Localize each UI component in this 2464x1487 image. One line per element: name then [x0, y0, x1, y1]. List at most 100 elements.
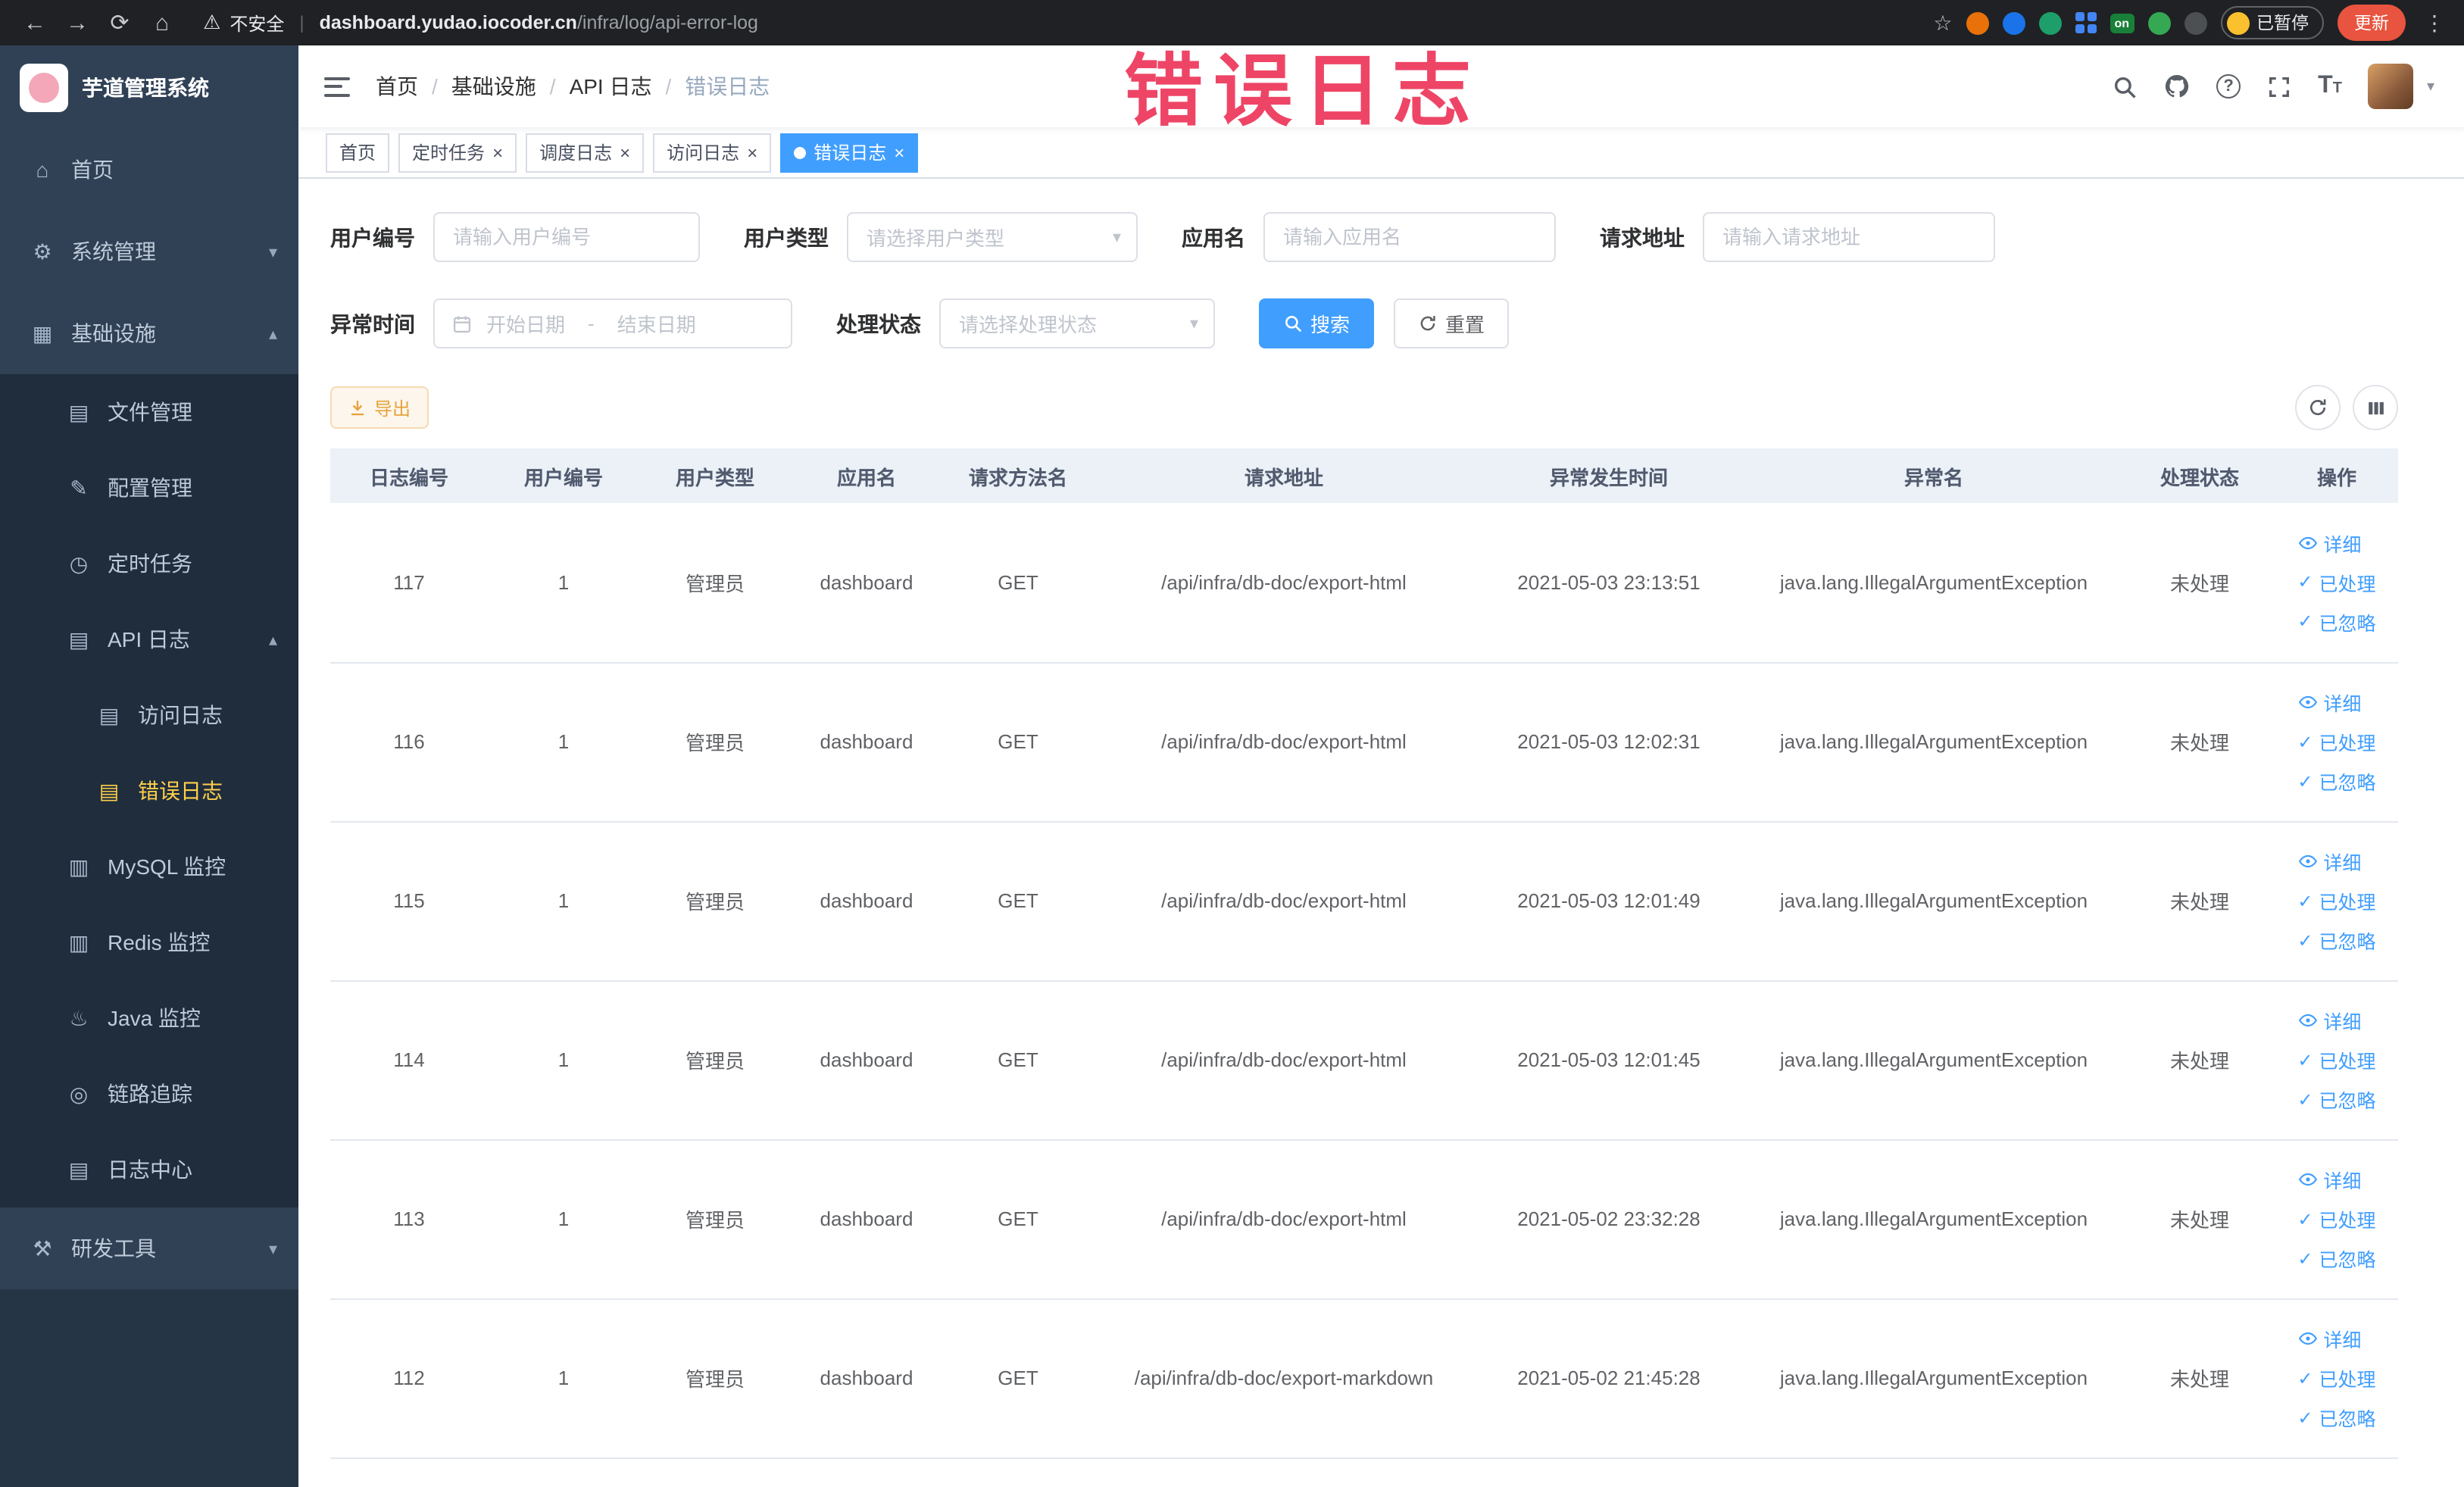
browser-reload-icon[interactable]: ⟳: [100, 9, 139, 36]
sidebar-item-home[interactable]: ⌂ 首页: [0, 129, 298, 211]
reset-button[interactable]: 重置: [1394, 298, 1510, 348]
detail-link[interactable]: 详细: [2297, 1001, 2361, 1040]
table-row: 117 1 管理员 dashboard GET /api/infra/db-do…: [330, 503, 2398, 663]
hamburger-icon[interactable]: [324, 77, 350, 96]
extensions-puzzle-icon[interactable]: [2184, 11, 2206, 34]
github-icon[interactable]: [2163, 73, 2191, 100]
cell-user-id: 1: [488, 1139, 639, 1299]
tab-scheduled-tasks[interactable]: 定时任务 ×: [398, 133, 517, 172]
search-button[interactable]: 搜索: [1259, 298, 1375, 348]
sidebar-item-system-management[interactable]: ⚙ 系统管理 ▾: [0, 211, 298, 292]
detail-link[interactable]: 详细: [2297, 523, 2361, 563]
browser-forward-icon[interactable]: →: [58, 10, 97, 36]
mark-ignored-link[interactable]: ✓ 已忽略: [2297, 1239, 2375, 1278]
mark-processed-link[interactable]: ✓ 已处理: [2297, 1358, 2375, 1398]
cell-user-type: 管理员: [639, 662, 791, 822]
browser-home-icon[interactable]: ⌂: [142, 10, 182, 36]
sidebar-item-config-management[interactable]: ✎ 配置管理: [0, 450, 298, 526]
sidebar-item-java-monitor[interactable]: ♨ Java 监控: [0, 980, 298, 1056]
sidebar-item-link-tracing[interactable]: ◎ 链路追踪: [0, 1056, 298, 1132]
extension-on-badge[interactable]: on: [2110, 13, 2134, 33]
mark-ignored-link[interactable]: ✓ 已忽略: [2297, 1079, 2375, 1119]
extension-green-icon[interactable]: [2038, 11, 2062, 34]
sidebar-item-scheduled-tasks[interactable]: ◷ 定时任务: [0, 526, 298, 601]
close-icon[interactable]: ×: [620, 143, 630, 161]
mark-processed-link[interactable]: ✓ 已处理: [2297, 881, 2375, 920]
detail-link[interactable]: 详细: [2297, 842, 2361, 881]
check-icon: ✓: [2297, 571, 2313, 593]
close-icon[interactable]: ×: [894, 143, 904, 161]
detail-link[interactable]: 详细: [2297, 1160, 2361, 1199]
sidebar-item-dev-tools[interactable]: ⚒ 研发工具 ▾: [0, 1207, 298, 1289]
mark-ignored-link[interactable]: ✓ 已忽略: [2297, 1398, 2375, 1437]
breadcrumb-api-logs[interactable]: API 日志: [570, 71, 652, 102]
browser-menu-icon[interactable]: ⋮: [2419, 10, 2450, 36]
bookmark-star-icon[interactable]: ☆: [1933, 10, 1952, 36]
mark-processed-link[interactable]: ✓ 已处理: [2297, 563, 2375, 602]
security-warning-icon: ⚠: [203, 11, 221, 33]
fullscreen-icon[interactable]: [2266, 73, 2292, 99]
close-icon[interactable]: ×: [747, 143, 757, 161]
header-user-type: 用户类型: [639, 448, 791, 503]
browser-update-button[interactable]: 更新: [2338, 5, 2406, 41]
font-size-icon[interactable]: TT: [2318, 73, 2342, 98]
check-icon: ✓: [2297, 731, 2313, 752]
user-avatar[interactable]: [2367, 64, 2413, 109]
user-type-select[interactable]: 请选择用户类型 ▾: [847, 212, 1138, 262]
user-id-label: 用户编号: [330, 225, 415, 249]
sidebar-item-file-management[interactable]: ▤ 文件管理: [0, 374, 298, 450]
cell-user-id: 1: [488, 662, 639, 822]
user-id-input[interactable]: [433, 212, 700, 262]
browser-back-icon[interactable]: ←: [15, 10, 55, 36]
breadcrumb-home[interactable]: 首页: [376, 71, 418, 102]
tab-access-log[interactable]: 访问日志 ×: [653, 133, 772, 172]
profile-paused-chip[interactable]: 已暂停: [2220, 6, 2324, 39]
table-row: 114 1 管理员 dashboard GET /api/infra/db-do…: [330, 980, 2398, 1140]
sidebar-item-access-log[interactable]: ▤ 访问日志: [0, 677, 298, 753]
avatar-caret-icon[interactable]: ▾: [2427, 78, 2434, 95]
mark-ignored-link[interactable]: ✓ 已忽略: [2297, 761, 2375, 801]
tab-dispatch-log[interactable]: 调度日志 ×: [526, 133, 645, 172]
sidebar-item-api-logs[interactable]: ▤ API 日志 ▴: [0, 601, 298, 677]
app-name-input[interactable]: [1263, 212, 1556, 262]
tab-error-log[interactable]: 错误日志 ×: [780, 133, 919, 172]
refresh-table-button[interactable]: [2295, 385, 2341, 430]
mark-processed-link[interactable]: ✓ 已处理: [2297, 1040, 2375, 1079]
sidebar-item-infrastructure[interactable]: ▦ 基础设施 ▴: [0, 292, 298, 374]
breadcrumb-infrastructure[interactable]: 基础设施: [451, 71, 536, 102]
extension-blue-icon[interactable]: [2002, 11, 2025, 34]
close-icon[interactable]: ×: [492, 143, 503, 161]
cell-actions: 详细 ✓ 已处理 ✓ 已忽略: [2275, 662, 2398, 822]
mark-processed-link[interactable]: ✓ 已处理: [2297, 1199, 2375, 1239]
sidebar-item-redis-monitor[interactable]: ▥ Redis 监控: [0, 904, 298, 980]
cell-user-type: 管理员: [639, 980, 791, 1140]
active-dot-icon: [794, 146, 807, 158]
mark-processed-link[interactable]: ✓ 已处理: [2297, 722, 2375, 761]
export-button[interactable]: 导出: [330, 386, 429, 429]
detail-link[interactable]: 详细: [2297, 683, 2361, 722]
help-icon[interactable]: ?: [2216, 74, 2241, 98]
extension-orange-icon[interactable]: [1966, 11, 1989, 34]
extension-leaf-icon[interactable]: [2147, 11, 2170, 34]
mark-ignored-link[interactable]: ✓ 已忽略: [2297, 602, 2375, 642]
cell-url: /api/infra/db-doc/export-html: [1094, 1139, 1474, 1299]
sidebar-item-error-log[interactable]: ▤ 错误日志: [0, 753, 298, 829]
sidebar-item-label: Redis 监控: [108, 930, 211, 954]
cell-status: 未处理: [2124, 662, 2275, 822]
detail-link[interactable]: 详细: [2297, 1319, 2361, 1358]
request-url-input[interactable]: [1703, 212, 1995, 262]
extension-grid-icon[interactable]: [2075, 12, 2097, 33]
search-icon[interactable]: [2112, 73, 2138, 99]
mark-ignored-link[interactable]: ✓ 已忽略: [2297, 920, 2375, 960]
chevron-down-icon: ▾: [1112, 229, 1121, 247]
column-settings-button[interactable]: [2353, 385, 2398, 430]
date-range-picker[interactable]: 开始日期 - 结束日期: [433, 298, 792, 348]
clock-icon: ◷: [69, 551, 89, 575]
tab-home[interactable]: 首页: [326, 133, 390, 172]
home-icon: ⌂: [36, 158, 49, 182]
status-select[interactable]: 请选择处理状态 ▾: [939, 298, 1215, 348]
cell-user-id: 1: [488, 503, 639, 663]
sidebar-item-log-center[interactable]: ▤ 日志中心: [0, 1132, 298, 1207]
sidebar-item-mysql-monitor[interactable]: ▥ MySQL 监控: [0, 829, 298, 904]
address-bar[interactable]: ⚠ 不安全 | dashboard.yudao.iocoder.cn/infra…: [203, 10, 758, 36]
